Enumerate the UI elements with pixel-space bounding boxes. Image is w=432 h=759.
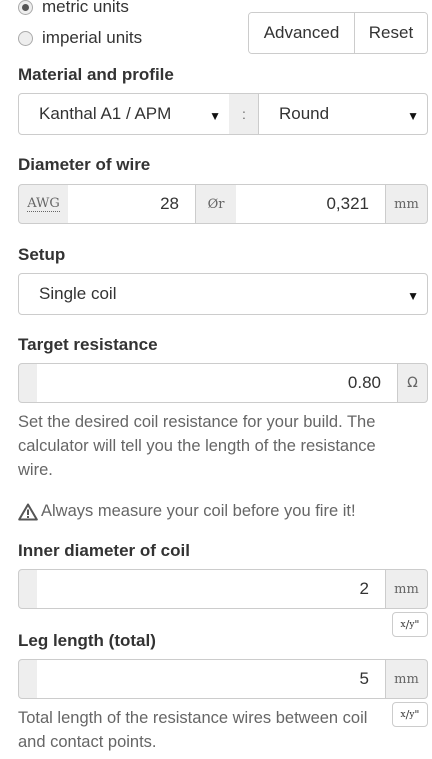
advanced-button[interactable]: Advanced (249, 13, 355, 53)
diameter-addon: Ør (195, 184, 237, 224)
chevron-down-icon: ▼ (407, 109, 419, 123)
leg-length-fraction-toggle[interactable]: x / y " (392, 702, 428, 727)
target-resistance-label: Target resistance (18, 335, 158, 354)
setup-select[interactable]: Single coil ▼ (18, 273, 428, 315)
reset-button[interactable]: Reset (355, 13, 427, 53)
imperial-units-label: imperial units (42, 28, 143, 47)
inner-diameter-unit-addon: mm (385, 569, 428, 609)
target-resistance-help: Set the desired coil resistance for your… (18, 413, 376, 479)
material-select[interactable]: Kanthal A1 / APM ▼ (18, 93, 230, 135)
material-profile-label: Material and profile (18, 65, 174, 84)
material-select-value: Kanthal A1 / APM (39, 104, 172, 123)
inner-diameter-label: Inner diameter of coil (18, 541, 190, 560)
leg-length-label: Leg length (total) (18, 631, 156, 650)
setup-select-value: Single coil (39, 284, 117, 303)
metric-units-radio[interactable]: metric units (18, 0, 129, 17)
inner-diameter-input[interactable]: 2 (37, 569, 386, 609)
profile-select-value: Round (279, 104, 330, 123)
awg-input[interactable]: 28 (68, 184, 196, 224)
leg-length-left-addon (18, 659, 38, 699)
inner-diameter-left-addon (18, 569, 38, 609)
imperial-units-radio[interactable]: imperial units (18, 28, 142, 48)
profile-separator: : (229, 93, 259, 135)
chevron-down-icon: ▼ (407, 289, 419, 303)
target-resistance-left-addon (18, 363, 38, 403)
chevron-down-icon: ▼ (209, 109, 221, 123)
diameter-input[interactable]: 0,321 (236, 184, 386, 224)
metric-units-label: metric units (42, 0, 129, 16)
ohm-unit-addon: Ω (397, 363, 428, 403)
coil-warning-text: Always measure your coil before you fire… (41, 502, 356, 520)
setup-label: Setup (18, 245, 66, 264)
warning-triangle-icon (18, 503, 38, 520)
leg-length-unit-addon: mm (385, 659, 428, 699)
toolbar-button-group: Advanced Reset (248, 12, 428, 54)
coil-warning: Always measure your coil before you fire… (18, 502, 356, 521)
leg-length-input[interactable]: 5 (37, 659, 386, 699)
target-resistance-input[interactable]: 0.80 (37, 363, 398, 403)
diameter-of-wire-label: Diameter of wire (18, 155, 151, 174)
awg-addon-text: AWG (27, 195, 60, 212)
radio-unchecked-icon[interactable] (18, 30, 33, 46)
diameter-unit-addon: mm (385, 184, 428, 224)
inner-diameter-fraction-toggle[interactable]: x / y " (392, 612, 428, 637)
leg-length-help: Total length of the resistance wires bet… (18, 709, 368, 751)
radio-checked-icon[interactable] (18, 0, 33, 15)
profile-select[interactable]: Round ▼ (258, 93, 428, 135)
awg-addon: AWG (18, 184, 69, 224)
